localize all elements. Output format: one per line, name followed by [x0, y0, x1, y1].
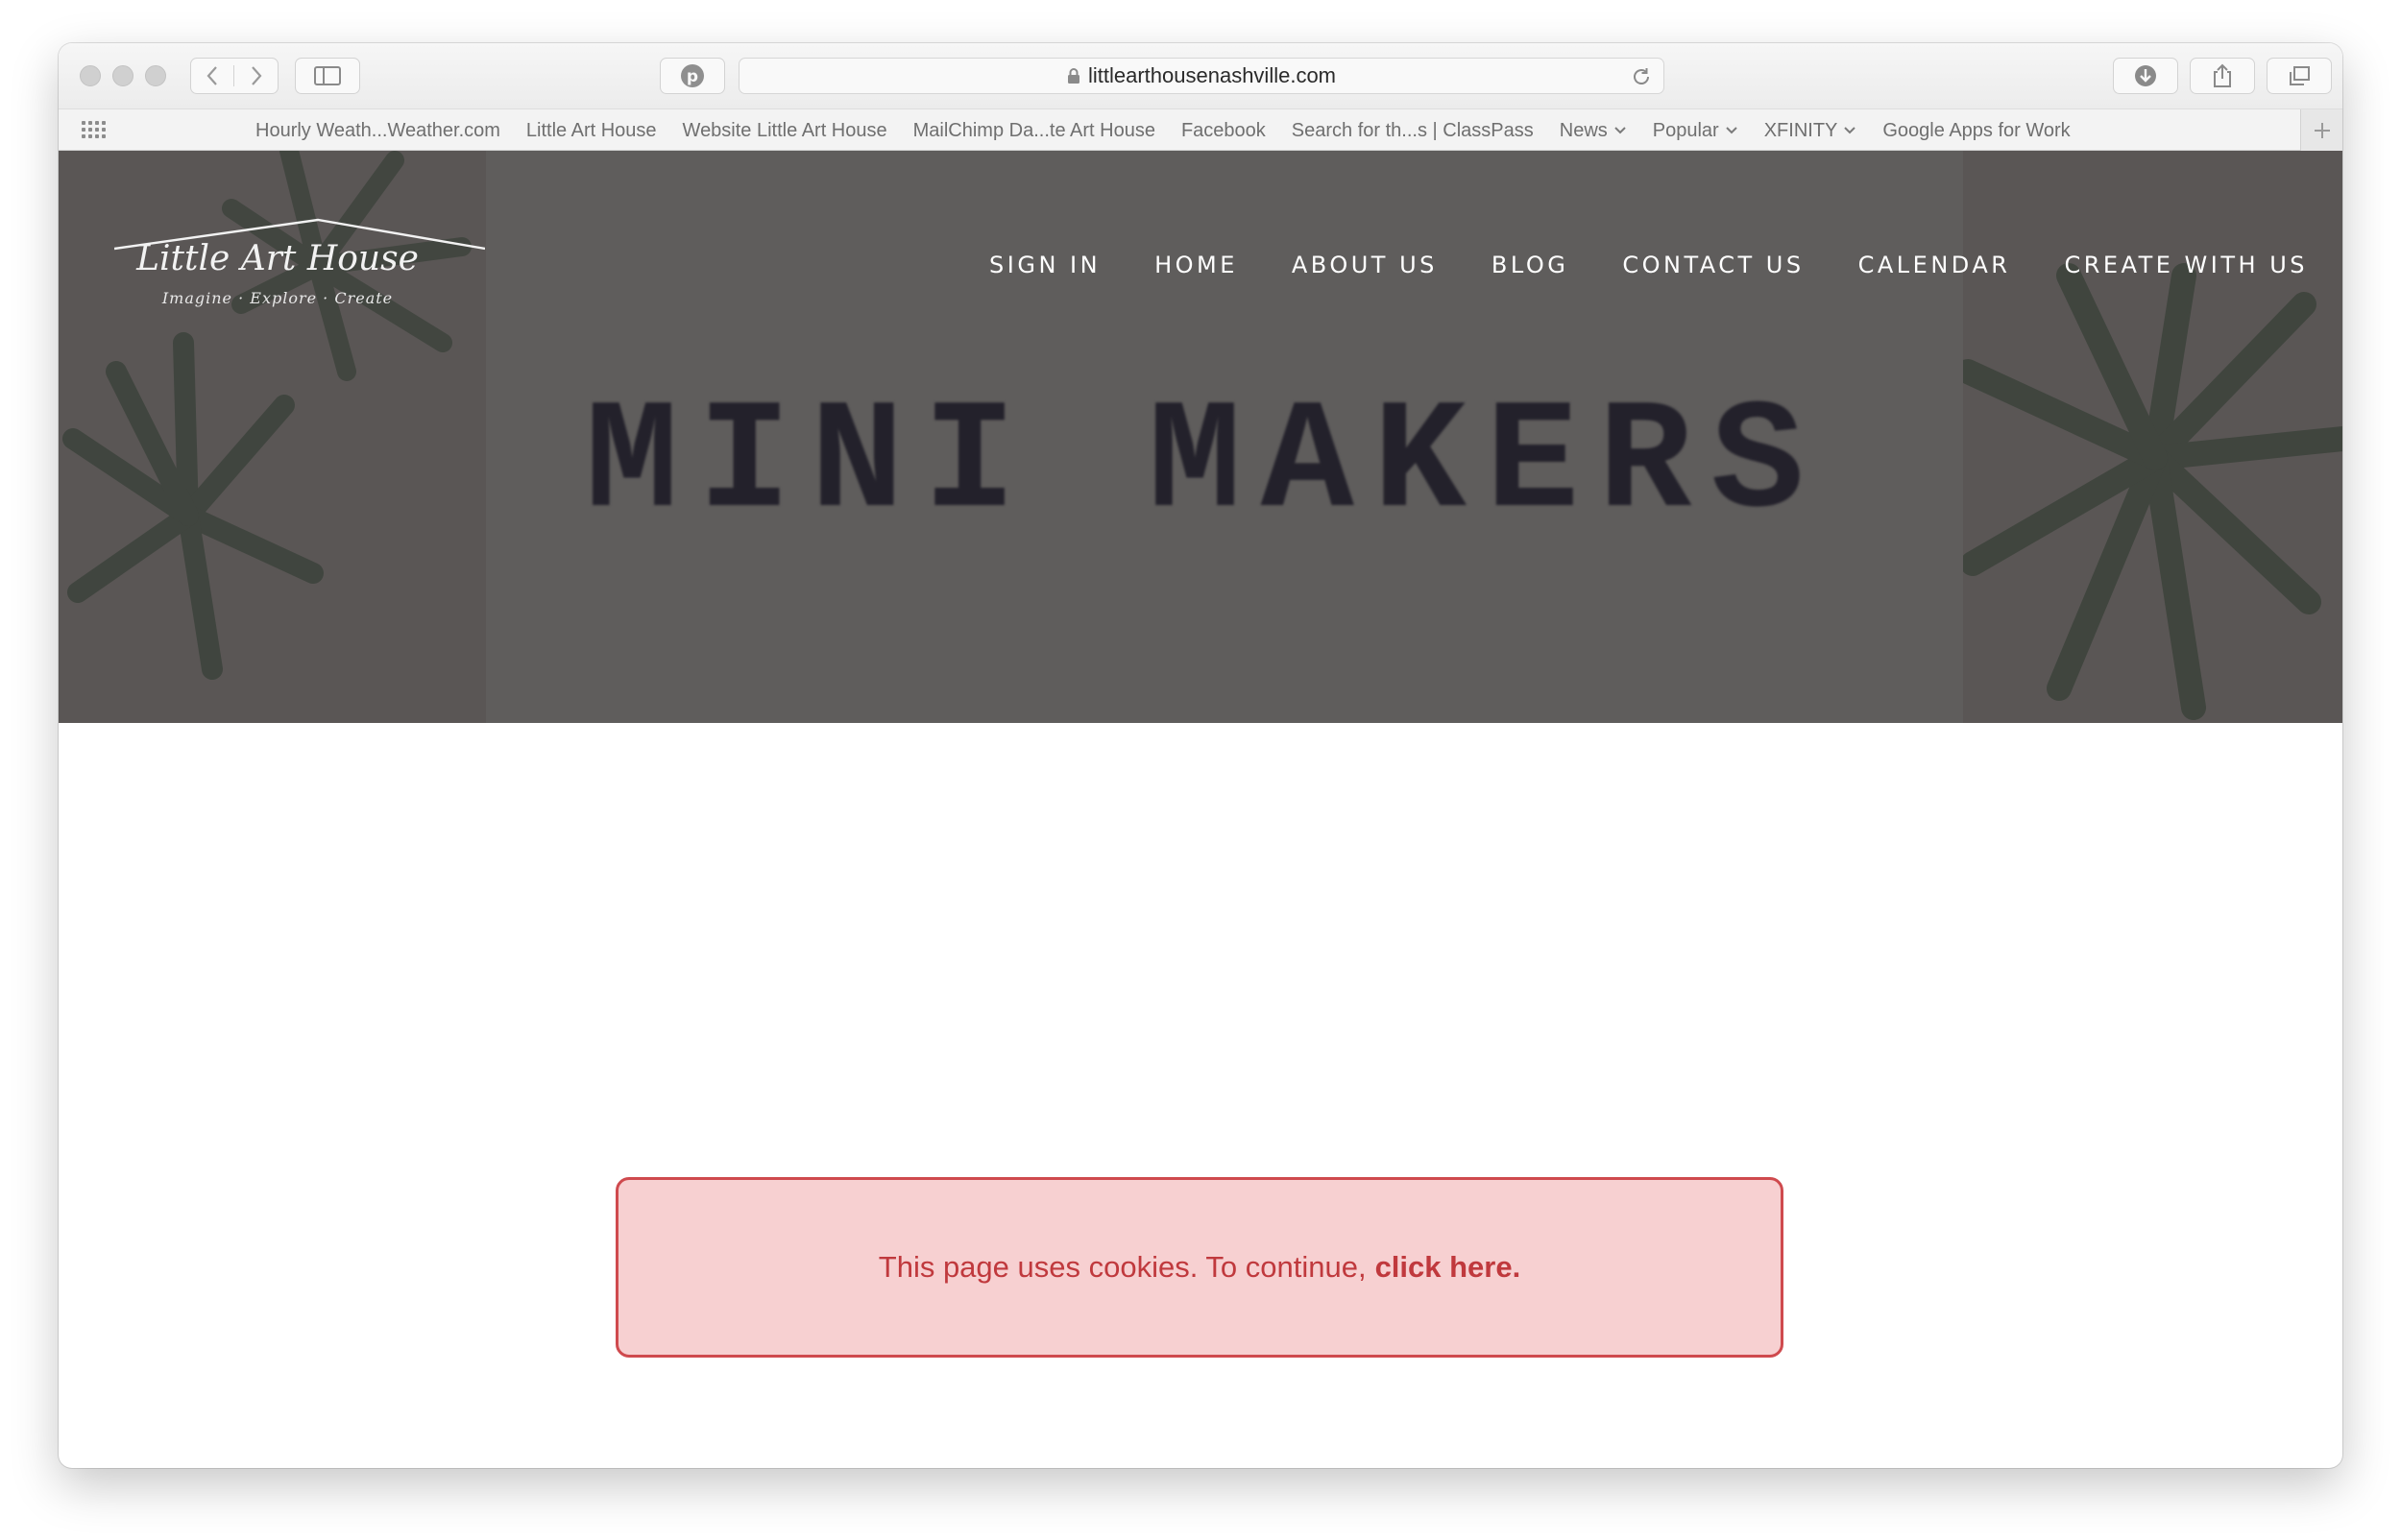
bookmark-item[interactable]: XFINITY: [1764, 120, 1857, 142]
browser-toolbar: p littlearthousenashville.com: [59, 43, 2342, 108]
cookie-banner: This page uses cookies. To continue, cli…: [616, 1177, 1783, 1358]
bookmark-item[interactable]: Google Apps for Work: [1882, 120, 2070, 142]
tabs-overview-button[interactable]: [2267, 58, 2332, 94]
reload-icon[interactable]: [1631, 66, 1652, 93]
bookmark-label: XFINITY: [1763, 119, 1838, 141]
bookmark-label: Facebook: [1180, 119, 1266, 141]
nav-item-about-us[interactable]: ABOUT US: [1292, 252, 1438, 278]
bookmark-label: Popular: [1652, 119, 1719, 141]
bookmark-label: Search for th...s | ClassPass: [1291, 119, 1534, 141]
bookmark-label: MailChimp Da...te Art House: [912, 119, 1155, 141]
bookmark-item[interactable]: Little Art House: [526, 120, 657, 142]
chevron-down-icon: [1725, 127, 1737, 134]
nav-item-create-with-us[interactable]: CREATE WITH US: [2064, 252, 2308, 278]
apps-grid-icon[interactable]: [82, 121, 107, 140]
chevron-right-icon: [251, 66, 261, 85]
browser-window: p littlearthousenashville.com Hourly Wea…: [59, 43, 2342, 1468]
forward-button[interactable]: [234, 65, 278, 86]
chevron-down-icon: [1614, 127, 1626, 134]
svg-text:p: p: [687, 67, 698, 86]
main-navigation: SIGN IN HOME ABOUT US BLOG CONTACT US CALENDA…: [935, 252, 2308, 278]
bookmark-item[interactable]: Popular: [1653, 120, 1738, 142]
bookmark-label: Website Little Art House: [682, 119, 887, 141]
back-button[interactable]: [191, 65, 235, 86]
add-bookmark-button[interactable]: [2300, 109, 2342, 151]
downloads-button[interactable]: [2113, 58, 2178, 94]
bookmark-item[interactable]: Hourly Weath...Weather.com: [255, 120, 500, 142]
download-icon: [2135, 65, 2156, 86]
plus-icon: [2314, 122, 2330, 138]
bookmark-item[interactable]: Website Little Art House: [683, 120, 887, 142]
bookmark-label: Hourly Weath...Weather.com: [255, 119, 500, 141]
logo-tagline: Imagine · Explore · Create: [161, 289, 394, 307]
bookmark-item[interactable]: Facebook: [1181, 120, 1266, 142]
share-icon: [2214, 63, 2231, 87]
nav-item-home[interactable]: HOME: [1154, 252, 1238, 278]
cookie-message: This page uses cookies. To continue,: [878, 1250, 1367, 1284]
hero-title: MINI MAKERS: [585, 375, 1824, 552]
minimize-window-button[interactable]: [112, 65, 133, 86]
bookmark-list: Hourly Weath...Weather.com Little Art Hou…: [255, 109, 2097, 152]
share-button[interactable]: [2190, 58, 2255, 94]
close-window-button[interactable]: [80, 65, 101, 86]
nav-item-calendar[interactable]: CALENDAR: [1858, 252, 2011, 278]
bookmarks-bar: Hourly Weath...Weather.com Little Art Hou…: [59, 108, 2342, 151]
bookmark-item[interactable]: Search for th...s | ClassPass: [1292, 120, 1534, 142]
address-bar[interactable]: littlearthousenashville.com: [739, 58, 1664, 94]
nav-item-blog[interactable]: BLOG: [1492, 252, 1568, 278]
pinterest-icon: p: [681, 64, 704, 87]
chevron-left-icon: [206, 66, 217, 85]
sidebar-toggle-button[interactable]: [295, 58, 360, 94]
nav-item-contact-us[interactable]: CONTACT US: [1622, 252, 1804, 278]
chevron-down-icon: [1844, 127, 1856, 134]
bookmark-label: Little Art House: [525, 119, 657, 141]
pinterest-extension-button[interactable]: p: [660, 58, 725, 94]
bookmark-label: Google Apps for Work: [1882, 119, 2071, 141]
back-forward-group: [190, 58, 279, 94]
nav-item-sign-in[interactable]: SIGN IN: [989, 252, 1101, 278]
site-logo[interactable]: Little Art House Imagine · Explore · Cre…: [114, 210, 485, 316]
bookmark-item[interactable]: News: [1560, 120, 1627, 142]
zoom-window-button[interactable]: [145, 65, 166, 86]
lock-icon: [1067, 67, 1080, 84]
cookie-accept-link[interactable]: click here.: [1375, 1250, 1521, 1285]
bookmark-item[interactable]: MailChimp Da...te Art House: [913, 120, 1155, 142]
hero-banner: Little Art House Imagine · Explore · Cre…: [59, 151, 2342, 723]
url-text: littlearthousenashville.com: [1087, 63, 1337, 87]
sidebar-icon: [314, 66, 341, 85]
bookmark-label: News: [1559, 119, 1608, 141]
tabs-icon: [2290, 66, 2310, 85]
logo-name: Little Art House: [136, 239, 419, 278]
